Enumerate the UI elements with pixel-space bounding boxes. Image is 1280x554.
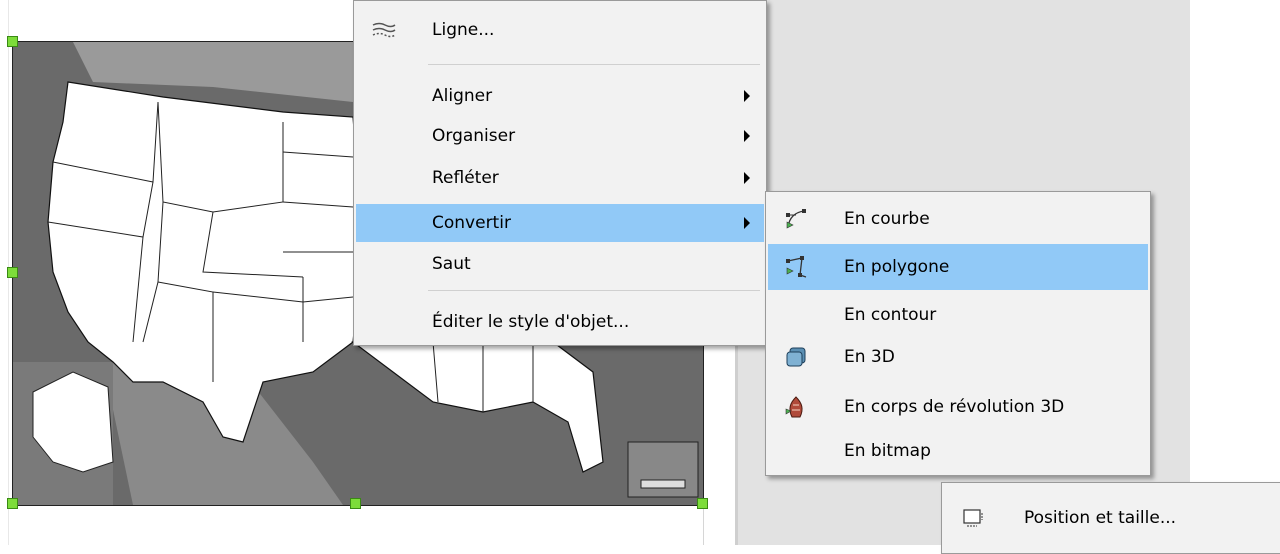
- polygon-icon: [782, 253, 810, 281]
- menu-item-label: Convertir: [432, 213, 511, 233]
- menu-item-editer-style[interactable]: Éditer le style d'objet...: [356, 305, 764, 339]
- menu-item-aligner[interactable]: Aligner: [356, 79, 764, 113]
- submenu-arrow-icon: [744, 217, 750, 229]
- menu-item-label: En 3D: [844, 347, 895, 367]
- menu-item-label: En bitmap: [844, 441, 931, 461]
- menu-item-label: Saut: [432, 254, 471, 274]
- submenu-arrow-icon: [744, 172, 750, 184]
- selection-handle-bottom-center[interactable]: [350, 498, 361, 509]
- menu-item-label: En courbe: [844, 209, 930, 229]
- rotation-object-icon: [782, 393, 810, 421]
- menu-item-label: Refléter: [432, 168, 499, 188]
- submenu-item-en-corps-revolution[interactable]: En corps de révolution 3D: [768, 388, 1148, 426]
- menu-item-refleter[interactable]: Refléter: [356, 161, 764, 195]
- menu-item-convertir[interactable]: Convertir: [356, 204, 764, 242]
- line-style-icon: [370, 16, 398, 44]
- menu-item-label: Ligne...: [432, 20, 495, 40]
- menu-item-label: En polygone: [844, 257, 950, 277]
- submenu-item-en-courbe[interactable]: En courbe: [768, 200, 1148, 238]
- menu-item-label: Aligner: [432, 86, 493, 106]
- selection-handle-top-left[interactable]: [7, 36, 18, 47]
- menu-item-label: Éditer le style d'objet...: [432, 312, 630, 332]
- context-menu: Ligne... Aligner Organiser Refléter Conv…: [353, 0, 767, 346]
- menu-item-label: Position et taille...: [1024, 508, 1177, 528]
- menu-item-label: En contour: [844, 305, 937, 325]
- menu-separator: [428, 290, 760, 291]
- cube-3d-icon: [782, 343, 810, 371]
- menu-separator: [428, 64, 760, 65]
- submenu-item-en-3d[interactable]: En 3D: [768, 338, 1148, 376]
- convert-submenu: En courbe En polygone En contour En 3D E…: [765, 191, 1151, 476]
- lower-context-menu: Position et taille...: [941, 482, 1280, 554]
- submenu-item-en-bitmap[interactable]: En bitmap: [768, 432, 1148, 470]
- selection-handle-bottom-left[interactable]: [7, 498, 18, 509]
- menu-item-label: Organiser: [432, 126, 516, 146]
- submenu-item-en-contour[interactable]: En contour: [768, 296, 1148, 334]
- menu-item-label: En corps de révolution 3D: [844, 397, 1065, 417]
- menu-item-organiser[interactable]: Organiser: [356, 119, 764, 153]
- bezier-curve-icon: [782, 205, 810, 233]
- selection-handle-middle-left[interactable]: [7, 267, 18, 278]
- menu-item-ligne[interactable]: Ligne...: [356, 13, 764, 47]
- submenu-arrow-icon: [744, 130, 750, 142]
- position-size-icon: [960, 504, 988, 532]
- selection-handle-bottom-right[interactable]: [697, 498, 708, 509]
- submenu-arrow-icon: [744, 90, 750, 102]
- menu-item-position-taille[interactable]: Position et taille...: [944, 499, 1280, 537]
- menu-item-saut[interactable]: Saut: [356, 247, 764, 281]
- submenu-item-en-polygone[interactable]: En polygone: [768, 244, 1148, 290]
